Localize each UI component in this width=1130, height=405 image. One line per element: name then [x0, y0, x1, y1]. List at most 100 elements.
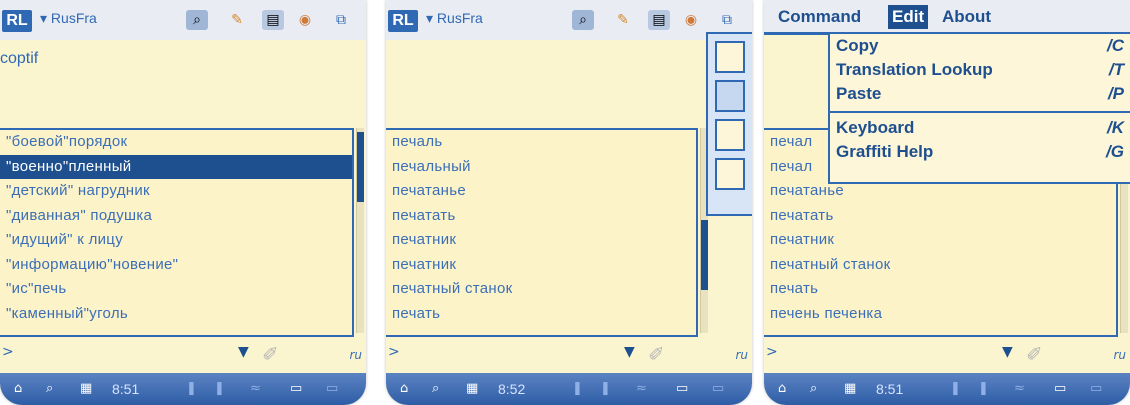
menu-about[interactable]: About — [938, 5, 995, 29]
chevron-down-icon[interactable]: ▼ — [624, 344, 635, 360]
search-icon[interactable]: ⌕ — [46, 379, 53, 399]
list-item[interactable]: "детский" нагрудник — [0, 179, 352, 204]
chevron-down-icon[interactable]: ▼ — [1002, 344, 1013, 360]
layout-single-icon[interactable] — [715, 41, 745, 73]
list-item[interactable]: печать — [386, 302, 696, 327]
language-indicator[interactable]: ru — [349, 348, 362, 362]
settings-icon[interactable]: ◉ — [294, 10, 316, 30]
eraser-icon[interactable]: ✐ — [262, 342, 279, 366]
home-icon[interactable]: ⌂ — [400, 379, 408, 399]
settings-icon[interactable]: ◉ — [680, 10, 702, 30]
keyboard-icon[interactable]: ▭ — [712, 379, 724, 399]
word-list[interactable]: печаль печальный печатанье печатать печа… — [386, 128, 698, 337]
lookup-icon[interactable]: ⌕ — [572, 10, 594, 30]
language-indicator[interactable]: ru — [735, 348, 748, 362]
keyboard-icon[interactable]: ▭ — [1090, 379, 1102, 399]
menu-edit[interactable]: Edit — [888, 5, 929, 29]
layout-panel — [706, 32, 752, 216]
menu-divider — [830, 111, 1130, 113]
bluetooth-icon[interactable]: ❚ — [572, 379, 583, 399]
app-logo[interactable]: RL — [388, 10, 418, 32]
input-prompt[interactable]: > — [2, 344, 14, 360]
window-icon[interactable]: ⧉ — [330, 10, 352, 30]
input-prompt[interactable]: > — [388, 344, 400, 360]
list-item[interactable]: "боевой"порядок — [0, 130, 352, 155]
list-item[interactable]: печатный станок — [764, 253, 1116, 278]
signal-icon[interactable]: ❚ — [214, 379, 225, 399]
bookmark-icon[interactable]: ✎ — [226, 10, 248, 30]
battery-icon[interactable]: ▭ — [290, 379, 302, 399]
list-item[interactable]: печень печенка — [764, 302, 1116, 327]
input-bar: > ▼ ✐ ru — [764, 340, 1130, 370]
bookmark-icon[interactable]: ✎ — [612, 10, 634, 30]
list-item[interactable]: печатный станок — [386, 277, 696, 302]
lookup-icon[interactable]: ⌕ — [186, 10, 208, 30]
keyboard-icon[interactable]: ▭ — [326, 379, 338, 399]
status-bar: ⌂ ⌕ ▦ 8:51 ❚ ❚ ≈ ▭ ▭ — [764, 373, 1130, 405]
chevron-down-icon[interactable]: ▼ — [238, 344, 249, 360]
menu-item-keyboard[interactable]: Keyboard/K — [830, 116, 1130, 140]
scrollbar-thumb[interactable] — [357, 132, 364, 202]
search-icon[interactable]: ⌕ — [810, 379, 817, 399]
history-icon[interactable]: ▤ — [648, 10, 670, 30]
search-icon[interactable]: ⌕ — [432, 379, 439, 399]
wifi-icon[interactable]: ≈ — [636, 379, 647, 399]
list-item-selected[interactable]: "военно"пленный — [0, 154, 352, 179]
battery-icon[interactable]: ▭ — [676, 379, 688, 399]
menu-item-graffiti-help[interactable]: Graffiti Help/G — [830, 140, 1130, 164]
layout-columns-icon[interactable] — [715, 158, 745, 190]
dictionary-selector[interactable]: ▾ RusFra — [426, 10, 483, 27]
list-item[interactable]: печатанье — [386, 179, 696, 204]
menu-command[interactable]: Command — [774, 5, 865, 29]
scrollbar-thumb[interactable] — [701, 220, 708, 290]
history-icon[interactable]: ▤ — [262, 10, 284, 30]
list-item[interactable]: печаль — [386, 130, 696, 155]
clock: 8:51 — [876, 381, 904, 397]
word-list[interactable]: "боевой"порядок "военно"пленный "детский… — [0, 128, 354, 337]
input-bar: > ▼ ✐ ru — [0, 340, 366, 370]
menu-item-copy[interactable]: Copy/C — [830, 34, 1130, 58]
list-item[interactable]: "диванная" подушка — [0, 204, 352, 229]
wifi-icon[interactable]: ≈ — [250, 379, 261, 399]
language-indicator[interactable]: ru — [1113, 348, 1126, 362]
home-icon[interactable]: ⌂ — [14, 379, 22, 399]
home-icon[interactable]: ⌂ — [778, 379, 786, 399]
list-item[interactable]: печать — [764, 277, 1116, 302]
list-item[interactable]: печальный — [386, 155, 696, 180]
list-item[interactable]: печатник — [386, 253, 696, 278]
eraser-icon[interactable]: ✐ — [1026, 342, 1043, 366]
query-text[interactable]: coptif — [0, 50, 38, 68]
app-toolbar: RL ▾ RusFra ⌕ ✎ ▤ ◉ ⧉ — [0, 0, 366, 40]
battery-icon[interactable]: ▭ — [1054, 379, 1066, 399]
menu-item-paste[interactable]: Paste/P — [830, 82, 1130, 106]
menu-item-label: Keyboard — [836, 118, 915, 137]
window-icon[interactable]: ⧉ — [716, 10, 738, 30]
list-item[interactable]: "ис"печь — [0, 277, 352, 302]
layout-split-icon[interactable] — [715, 119, 745, 151]
status-bar: ⌂ ⌕ ▦ 8:51 ❚ ❚ ≈ ▭ ▭ — [0, 373, 366, 405]
layout-grid-icon[interactable] — [715, 80, 745, 112]
list-item[interactable]: печатник — [386, 228, 696, 253]
list-item[interactable]: печатник — [764, 228, 1116, 253]
menu-item-label: Paste — [836, 84, 882, 103]
list-item[interactable]: "каменный"уголь — [0, 302, 352, 327]
eraser-icon[interactable]: ✐ — [648, 342, 665, 366]
list-item[interactable]: "информацию"новение" — [0, 253, 352, 278]
input-prompt[interactable]: > — [766, 344, 778, 360]
menu-icon[interactable]: ▦ — [466, 379, 478, 399]
menu-icon[interactable]: ▦ — [844, 379, 856, 399]
input-bar: > ▼ ✐ ru — [386, 340, 752, 370]
dictionary-selector[interactable]: ▾ RusFra — [40, 10, 97, 27]
bluetooth-icon[interactable]: ❚ — [186, 379, 197, 399]
signal-icon[interactable]: ❚ — [978, 379, 989, 399]
menu-icon[interactable]: ▦ — [80, 379, 92, 399]
list-item[interactable]: "идущий" к лицу — [0, 228, 352, 253]
menu-bar: Command Edit About — [764, 0, 1130, 35]
list-item[interactable]: печатать — [386, 204, 696, 229]
app-logo[interactable]: RL — [2, 10, 32, 32]
wifi-icon[interactable]: ≈ — [1014, 379, 1025, 399]
menu-item-translation-lookup[interactable]: Translation Lookup/T — [830, 58, 1130, 82]
bluetooth-icon[interactable]: ❚ — [950, 379, 961, 399]
signal-icon[interactable]: ❚ — [600, 379, 611, 399]
list-item[interactable]: печатать — [764, 204, 1116, 229]
